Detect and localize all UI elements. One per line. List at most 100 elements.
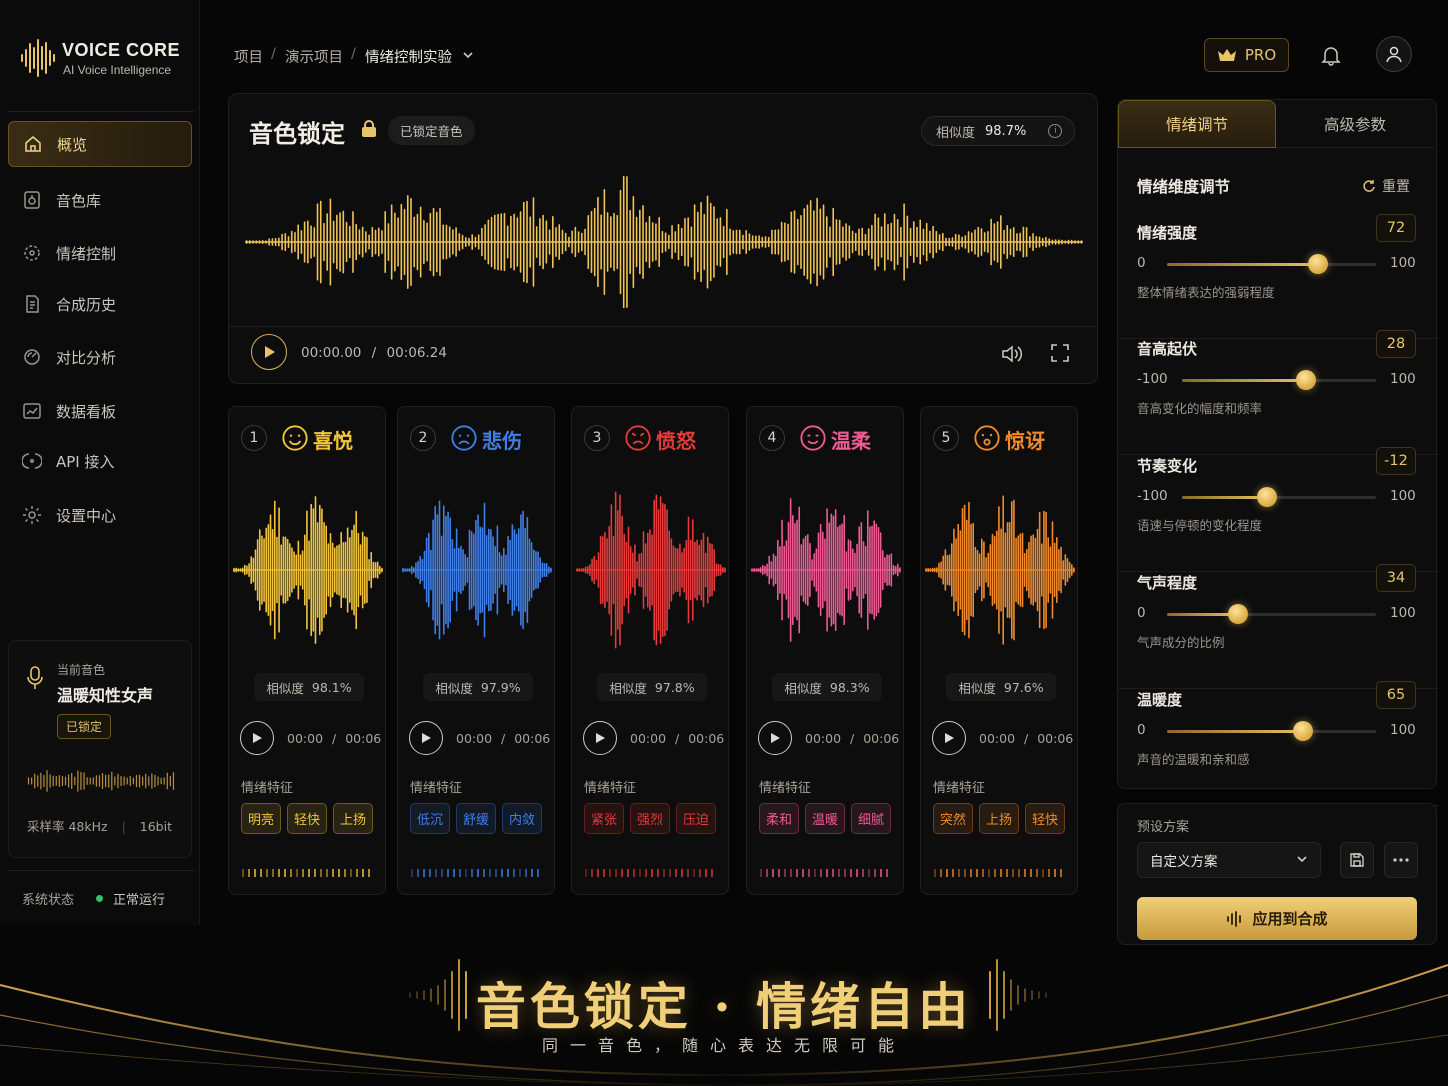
voice-waveform <box>27 769 175 793</box>
time-total: 00:06.24 <box>386 345 447 361</box>
slider-track[interactable] <box>1167 721 1376 741</box>
slider-value[interactable]: 65 <box>1376 681 1416 709</box>
sidebar-item-label: 概览 <box>57 135 88 154</box>
time-total: 00:06 <box>345 731 382 746</box>
reset-icon <box>1363 180 1375 192</box>
slider-track[interactable] <box>1182 487 1376 507</box>
slider-value[interactable]: -12 <box>1376 447 1416 475</box>
emotion-waveform <box>925 485 1075 655</box>
emotion-card[interactable]: 2 悲伤 相似度 97.9% 00:00 / 00:06 情绪特征 低沉 舒缓 内敛 <box>397 406 555 895</box>
emotion-number: 2 <box>410 425 436 451</box>
more-icon <box>1393 858 1409 862</box>
play-button[interactable] <box>251 334 287 370</box>
slider-thumb[interactable] <box>1257 487 1278 507</box>
sidebar-item-voice-library[interactable]: 音色库 <box>8 177 192 223</box>
sidebar-item-api[interactable]: API 接入 <box>8 438 192 484</box>
slider-value[interactable]: 34 <box>1376 564 1416 592</box>
emotion-adjust-panel: 情绪调节 高级参数 情绪维度调节 重置 情绪强度 72 0 100 整体情绪表达… <box>1117 99 1438 806</box>
sidebar-item-dashboard[interactable]: 数据看板 <box>8 388 192 434</box>
sidebar-item-label: 合成历史 <box>56 295 117 314</box>
similarity-value: 97.8% <box>654 679 695 695</box>
emotion-number: 3 <box>584 425 610 451</box>
emotion-tag: 上扬 <box>333 803 374 834</box>
dashboard-icon <box>23 403 41 419</box>
slider-value[interactable]: 72 <box>1376 214 1416 242</box>
status-dot <box>96 895 103 902</box>
fullscreen-icon[interactable] <box>1051 344 1069 362</box>
bell-icon[interactable] <box>1320 44 1342 66</box>
tab-advanced-params[interactable]: 高级参数 <box>1276 100 1434 148</box>
emotion-number: 4 <box>759 425 785 451</box>
emotion-feature-label: 情绪特征 <box>584 781 637 796</box>
preset-select[interactable]: 自定义方案 <box>1137 842 1321 878</box>
audio-meta: 采样率 48kHz | 16bit <box>27 819 172 834</box>
slider-track[interactable] <box>1167 254 1376 274</box>
play-button[interactable] <box>758 721 792 755</box>
more-options-button[interactable] <box>1384 842 1418 878</box>
slider-thumb[interactable] <box>1228 604 1249 624</box>
reset-label: 重置 <box>1382 179 1410 195</box>
slider-fill <box>1167 263 1318 266</box>
slider-name: 气声程度 <box>1137 574 1198 592</box>
breadcrumb-item[interactable]: 项目 <box>234 46 263 67</box>
pro-button[interactable]: PRO <box>1204 38 1289 72</box>
time-current: 00:00 <box>805 731 842 746</box>
sidebar-item-emotion-control[interactable]: 情绪控制 <box>8 230 192 276</box>
api-icon <box>22 453 42 469</box>
similarity-value: 98.7% <box>985 123 1027 139</box>
sidebar-item-home[interactable]: 概览 <box>8 121 192 167</box>
slider-thumb[interactable] <box>1292 721 1313 741</box>
slider-thumb[interactable] <box>1307 254 1328 274</box>
emotion-name: 喜悦 <box>313 429 353 453</box>
preset-label: 预设方案 <box>1137 820 1190 835</box>
divider <box>8 870 194 871</box>
compare-icon <box>24 349 40 365</box>
slider-track[interactable] <box>1182 370 1376 390</box>
breadcrumb-item[interactable]: 演示项目 <box>285 46 343 67</box>
emotion-feature-label: 情绪特征 <box>241 781 294 796</box>
save-preset-button[interactable] <box>1340 842 1374 878</box>
similarity-label: 相似度 <box>609 680 647 696</box>
emotion-tag: 明亮 <box>241 803 282 834</box>
sidebar-item-settings[interactable]: 设置中心 <box>8 492 192 538</box>
slider-thumb[interactable] <box>1296 370 1317 390</box>
emotion-tags: 明亮 轻快 上扬 <box>241 803 374 834</box>
preset-panel: 预设方案 自定义方案 应用到合成 <box>1117 803 1437 945</box>
playback-time: 00:00.00 / 00:06.24 <box>301 345 447 361</box>
preset-selected: 自定义方案 <box>1150 854 1218 870</box>
emotion-card[interactable]: 5 惊讶 相似度 97.6% 00:00 / 00:06 情绪特征 突然 上扬 轻快 <box>920 406 1078 895</box>
slider-track[interactable] <box>1167 604 1376 624</box>
similarity-value: 98.3% <box>829 679 870 695</box>
breadcrumb-current[interactable]: 情绪控制实验 <box>365 46 452 67</box>
slider-value[interactable]: 28 <box>1376 330 1416 358</box>
sidebar-item-compare[interactable]: 对比分析 <box>8 334 192 380</box>
pro-label: PRO <box>1244 46 1277 64</box>
current-voice-card[interactable]: 当前音色 温暖知性女声 已锁定 采样率 48kHz | 16bit <box>8 640 192 858</box>
time-total: 00:06 <box>863 731 900 746</box>
emotion-tag: 压迫 <box>676 803 717 834</box>
emotion-card[interactable]: 3 愤怒 相似度 97.8% 00:00 / 00:06 情绪特征 紧张 强烈 压迫 <box>571 406 729 895</box>
emotion-tag: 低沉 <box>410 803 451 834</box>
emotion-number: 1 <box>241 425 267 451</box>
avatar[interactable] <box>1376 36 1412 72</box>
play-button[interactable] <box>583 721 617 755</box>
play-icon <box>945 733 954 743</box>
current-voice-label: 当前音色 <box>57 663 106 677</box>
reset-button[interactable]: 重置 <box>1362 176 1410 196</box>
play-button[interactable] <box>240 721 274 755</box>
tab-emotion-adjust[interactable]: 情绪调节 <box>1118 100 1276 148</box>
emotion-card[interactable]: 4 温柔 相似度 98.3% 00:00 / 00:06 情绪特征 柔和 温暖 细腻 <box>746 406 904 895</box>
volume-icon[interactable] <box>1001 344 1023 364</box>
chevron-down-icon[interactable] <box>462 50 474 60</box>
slider-min: -100 <box>1137 371 1168 387</box>
emotion-name: 惊讶 <box>1005 429 1045 453</box>
emotion-waveform <box>576 485 726 655</box>
emotion-tag: 温暖 <box>805 803 846 834</box>
play-button[interactable] <box>932 721 966 755</box>
info-icon[interactable]: i <box>1048 124 1063 138</box>
emotion-card[interactable]: 1 喜悦 相似度 98.1% 00:00 / 00:06 情绪特征 明亮 轻快 上扬 <box>228 406 386 895</box>
sidebar-item-history[interactable]: 合成历史 <box>8 281 192 327</box>
play-button[interactable] <box>409 721 443 755</box>
slider-max: 100 <box>1390 371 1416 387</box>
emotion-tag: 细腻 <box>851 803 892 834</box>
